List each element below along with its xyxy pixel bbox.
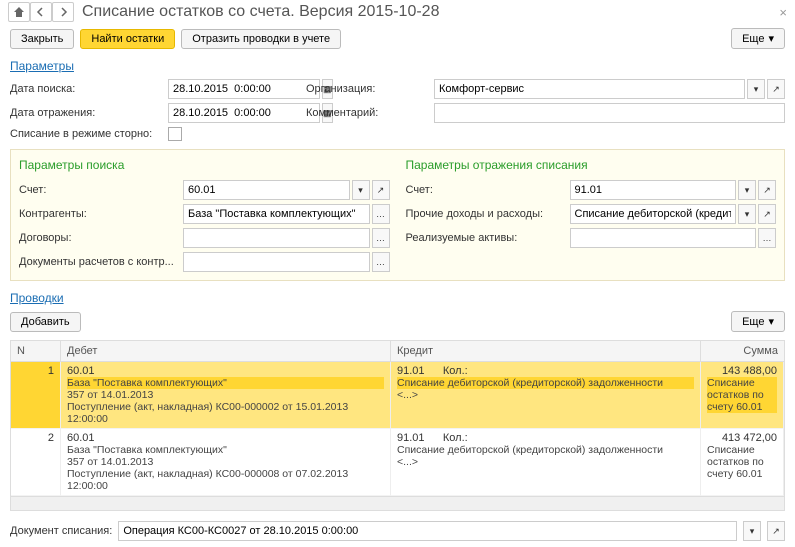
cell-debit: 60.01База "Поставка комплектующих"357 от…: [61, 362, 391, 429]
entries-table: N Дебет Кредит Сумма 160.01База "Поставк…: [10, 340, 785, 511]
more-button-2[interactable]: Еще▾: [731, 311, 785, 332]
search-params-title: Параметры поиска: [11, 156, 398, 178]
account-left-label: Счет:: [19, 184, 179, 196]
account-left-input[interactable]: [183, 180, 350, 200]
table-row[interactable]: 260.01База "Поставка комплектующих"357 о…: [11, 429, 784, 496]
dropdown-icon[interactable]: ▾: [352, 180, 370, 200]
open-icon[interactable]: ↗: [767, 79, 785, 99]
cell-credit: 91.01 Кол.:Списание дебиторской (кредито…: [391, 429, 701, 496]
params-section-link[interactable]: Параметры: [0, 53, 84, 75]
cell-sum: 413 472,00Списание остатков по счету 60.…: [701, 429, 784, 496]
realiz-label: Реализуемые активы:: [406, 232, 566, 244]
close-icon[interactable]: ×: [779, 5, 787, 20]
doc-writeoff-input[interactable]: [118, 521, 737, 541]
forward-icon[interactable]: [52, 2, 74, 22]
cell-credit: 91.01 Кол.:Списание дебиторской (кредито…: [391, 362, 701, 429]
search-date-input[interactable]: [168, 79, 320, 99]
docs-input[interactable]: [183, 252, 370, 272]
ellipsis-icon[interactable]: …: [372, 228, 390, 248]
contracts-label: Договоры:: [19, 232, 179, 244]
cell-n: 1: [11, 362, 61, 429]
open-icon[interactable]: ↗: [767, 521, 785, 541]
reflect-date-input[interactable]: [168, 103, 320, 123]
more-button[interactable]: Еще▾: [731, 28, 785, 49]
col-n[interactable]: N: [11, 341, 61, 361]
dropdown-icon[interactable]: ▾: [747, 79, 765, 99]
storno-checkbox[interactable]: [168, 127, 182, 141]
storno-label: Списание в режиме сторно:: [10, 128, 160, 140]
reflect-entries-button[interactable]: Отразить проводки в учете: [181, 29, 341, 49]
page-title: Списание остатков со счета. Версия 2015-…: [82, 3, 439, 21]
col-sum[interactable]: Сумма: [701, 341, 784, 361]
ellipsis-icon[interactable]: …: [758, 228, 776, 248]
col-debit[interactable]: Дебет: [61, 341, 391, 361]
col-credit[interactable]: Кредит: [391, 341, 701, 361]
ellipsis-icon[interactable]: …: [372, 204, 390, 224]
dropdown-icon[interactable]: ▾: [738, 204, 756, 224]
horizontal-scrollbar[interactable]: [11, 496, 784, 510]
cell-n: 2: [11, 429, 61, 496]
cell-sum: 143 488,00Списание остатков по счету 60.…: [701, 362, 784, 429]
add-button[interactable]: Добавить: [10, 312, 81, 332]
doc-writeoff-label: Документ списания:: [10, 525, 112, 537]
open-icon[interactable]: ↗: [758, 204, 776, 224]
cell-debit: 60.01База "Поставка комплектующих"357 от…: [61, 429, 391, 496]
counterparties-label: Контрагенты:: [19, 208, 179, 220]
realiz-input[interactable]: [570, 228, 757, 248]
close-button[interactable]: Закрыть: [10, 29, 74, 49]
other-income-label: Прочие доходы и расходы:: [406, 208, 566, 220]
chevron-down-icon: ▾: [768, 32, 774, 45]
open-icon[interactable]: ↗: [758, 180, 776, 200]
writeoff-params-title: Параметры отражения списания: [398, 156, 785, 178]
home-icon[interactable]: [8, 2, 30, 22]
back-icon[interactable]: [30, 2, 52, 22]
account-right-label: Счет:: [406, 184, 566, 196]
org-input[interactable]: [434, 79, 745, 99]
find-balances-button[interactable]: Найти остатки: [80, 29, 175, 49]
counterparties-input[interactable]: [183, 204, 370, 224]
account-right-input[interactable]: [570, 180, 737, 200]
reflect-date-label: Дата отражения:: [10, 107, 160, 119]
other-income-input[interactable]: [570, 204, 737, 224]
table-row[interactable]: 160.01База "Поставка комплектующих"357 о…: [11, 362, 784, 429]
dropdown-icon[interactable]: ▾: [743, 521, 761, 541]
org-label: Организация:: [306, 83, 426, 95]
ellipsis-icon[interactable]: …: [372, 252, 390, 272]
dropdown-icon[interactable]: ▾: [738, 180, 756, 200]
open-icon[interactable]: ↗: [372, 180, 390, 200]
comment-input[interactable]: [434, 103, 785, 123]
contracts-input[interactable]: [183, 228, 370, 248]
chevron-down-icon: ▾: [768, 315, 774, 328]
comment-label: Комментарий:: [306, 107, 426, 119]
search-date-label: Дата поиска:: [10, 83, 160, 95]
entries-section-link[interactable]: Проводки: [0, 285, 74, 307]
docs-label: Документы расчетов с контр...: [19, 256, 179, 268]
